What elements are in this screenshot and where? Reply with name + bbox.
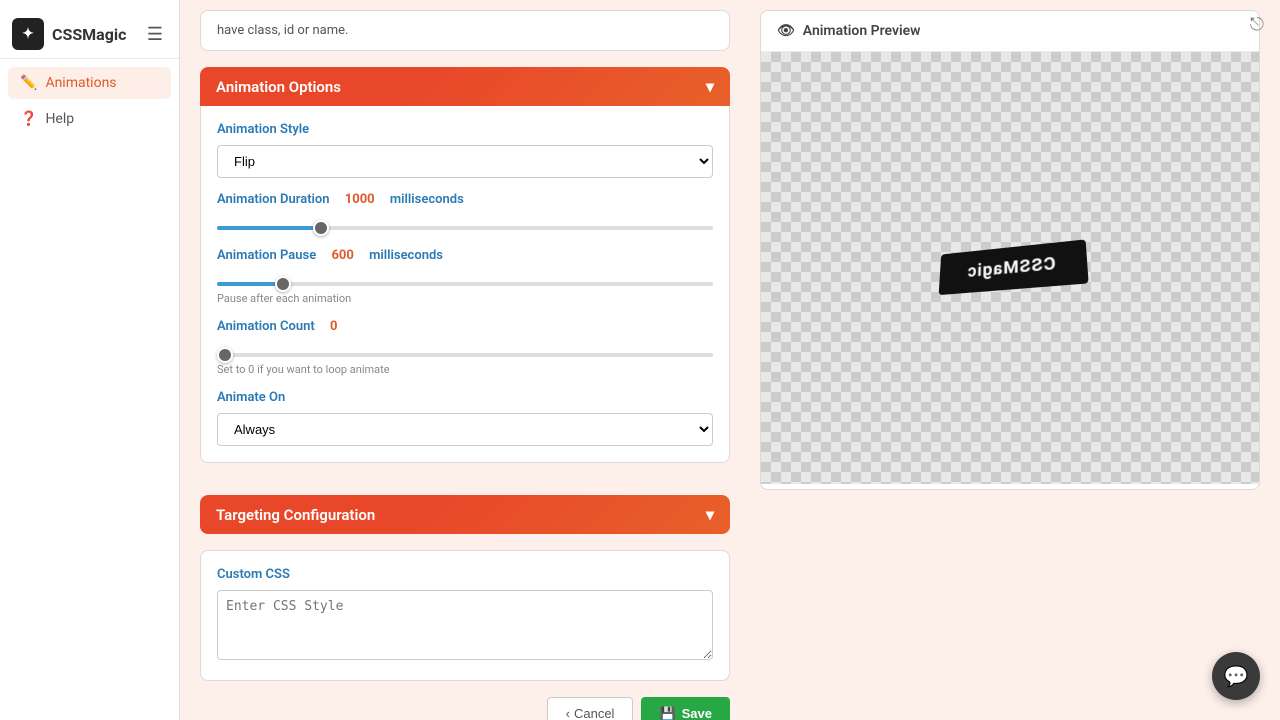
targeting-title: Targeting Configuration — [216, 506, 375, 524]
preview-panel: 👁 Animation Preview CSSMagic — [750, 0, 1280, 720]
content-inner: have class, id or name. Animation Option… — [180, 10, 750, 720]
help-icon: ❓ — [20, 111, 37, 127]
animation-pause-hint: Pause after each animation — [217, 292, 713, 305]
animation-count-hint: Set to 0 if you want to loop animate — [217, 363, 713, 376]
top-banner: have class, id or name. — [200, 10, 730, 51]
targeting-chevron-icon: ▾ — [706, 505, 714, 524]
animation-duration-label: Animation Duration 1000 milliseconds — [217, 192, 713, 207]
logo-text: CSSMagic — [52, 25, 126, 44]
animation-pause-unit: milliseconds — [369, 248, 443, 263]
animation-options-section: Animation Options ▾ Animation Style Flip… — [200, 67, 730, 479]
cancel-button[interactable]: ‹ Cancel — [547, 697, 634, 720]
sidebar-nav: ✏️ Animations ❓ Help — [0, 67, 179, 139]
animate-on-label: Animate On — [217, 390, 713, 405]
main-content: have class, id or name. Animation Option… — [180, 0, 750, 720]
animation-pause-value: 600 — [331, 248, 353, 263]
targeting-header[interactable]: Targeting Configuration ▾ — [200, 495, 730, 534]
preview-element-text: CSSMagic — [967, 254, 1057, 282]
hamburger-button[interactable]: ☰ — [143, 22, 167, 47]
animation-duration-unit: milliseconds — [390, 192, 464, 207]
animation-duration-slider[interactable] — [217, 226, 713, 230]
preview-title: Animation Preview — [803, 23, 921, 39]
animation-count-container: Animation Count 0 Set to 0 if you want t… — [217, 319, 713, 376]
exit-icon[interactable]: ⎋ — [1250, 14, 1264, 35]
sidebar-header: ✦ CSSMagic ☰ — [0, 10, 179, 59]
animation-duration-value: 1000 — [345, 192, 375, 207]
button-row: ‹ Cancel 💾 Save — [200, 697, 730, 720]
custom-css-section: Custom CSS — [200, 550, 730, 681]
animation-count-value: 0 — [330, 319, 337, 334]
animation-style-select[interactable]: Flip Bounce Fade Slide Rotate Zoom — [217, 145, 713, 178]
animations-icon: ✏️ — [20, 75, 37, 91]
save-button[interactable]: 💾 Save — [641, 697, 730, 720]
custom-css-input[interactable] — [217, 590, 713, 660]
help-label: Help — [45, 111, 74, 127]
preview-element: CSSMagic — [939, 239, 1089, 295]
preview-container: 👁 Animation Preview CSSMagic — [760, 10, 1260, 490]
animation-options-header[interactable]: Animation Options ▾ — [200, 67, 730, 106]
cancel-chevron-icon: ‹ — [566, 706, 570, 720]
animation-options-body: Animation Style Flip Bounce Fade Slide R… — [200, 106, 730, 463]
animation-pause-container: Animation Pause 600 milliseconds Pause a… — [217, 248, 713, 305]
animation-pause-slider[interactable] — [217, 282, 713, 286]
chat-button[interactable]: 💬 — [1212, 652, 1260, 700]
animation-style-label: Animation Style — [217, 122, 713, 137]
sidebar: ✦ CSSMagic ☰ ✏️ Animations ❓ Help — [0, 0, 180, 720]
chat-icon: 💬 — [1224, 664, 1249, 688]
animation-count-label: Animation Count 0 — [217, 319, 713, 334]
animation-pause-label: Animation Pause 600 milliseconds — [217, 248, 713, 263]
custom-css-body: Custom CSS — [200, 550, 730, 681]
custom-css-label: Custom CSS — [217, 567, 713, 582]
animation-duration-container: Animation Duration 1000 milliseconds — [217, 192, 713, 234]
animation-options-title: Animation Options — [216, 78, 341, 96]
preview-header: 👁 Animation Preview — [761, 11, 1259, 52]
sidebar-item-help[interactable]: ❓ Help — [8, 103, 171, 135]
top-banner-text: have class, id or name. — [217, 23, 348, 38]
animation-options-chevron-icon: ▾ — [706, 77, 714, 96]
targeting-section: Targeting Configuration ▾ — [200, 495, 730, 534]
sidebar-item-animations[interactable]: ✏️ Animations — [8, 67, 171, 99]
animations-label: Animations — [45, 75, 116, 91]
animation-count-slider[interactable] — [217, 353, 713, 357]
animate-on-select[interactable]: Always Hover Click Scroll — [217, 413, 713, 446]
logo-icon: ✦ — [12, 18, 44, 50]
preview-area: CSSMagic — [761, 52, 1259, 484]
save-icon: 💾 — [659, 706, 675, 720]
preview-eye-icon: 👁 — [777, 23, 795, 39]
